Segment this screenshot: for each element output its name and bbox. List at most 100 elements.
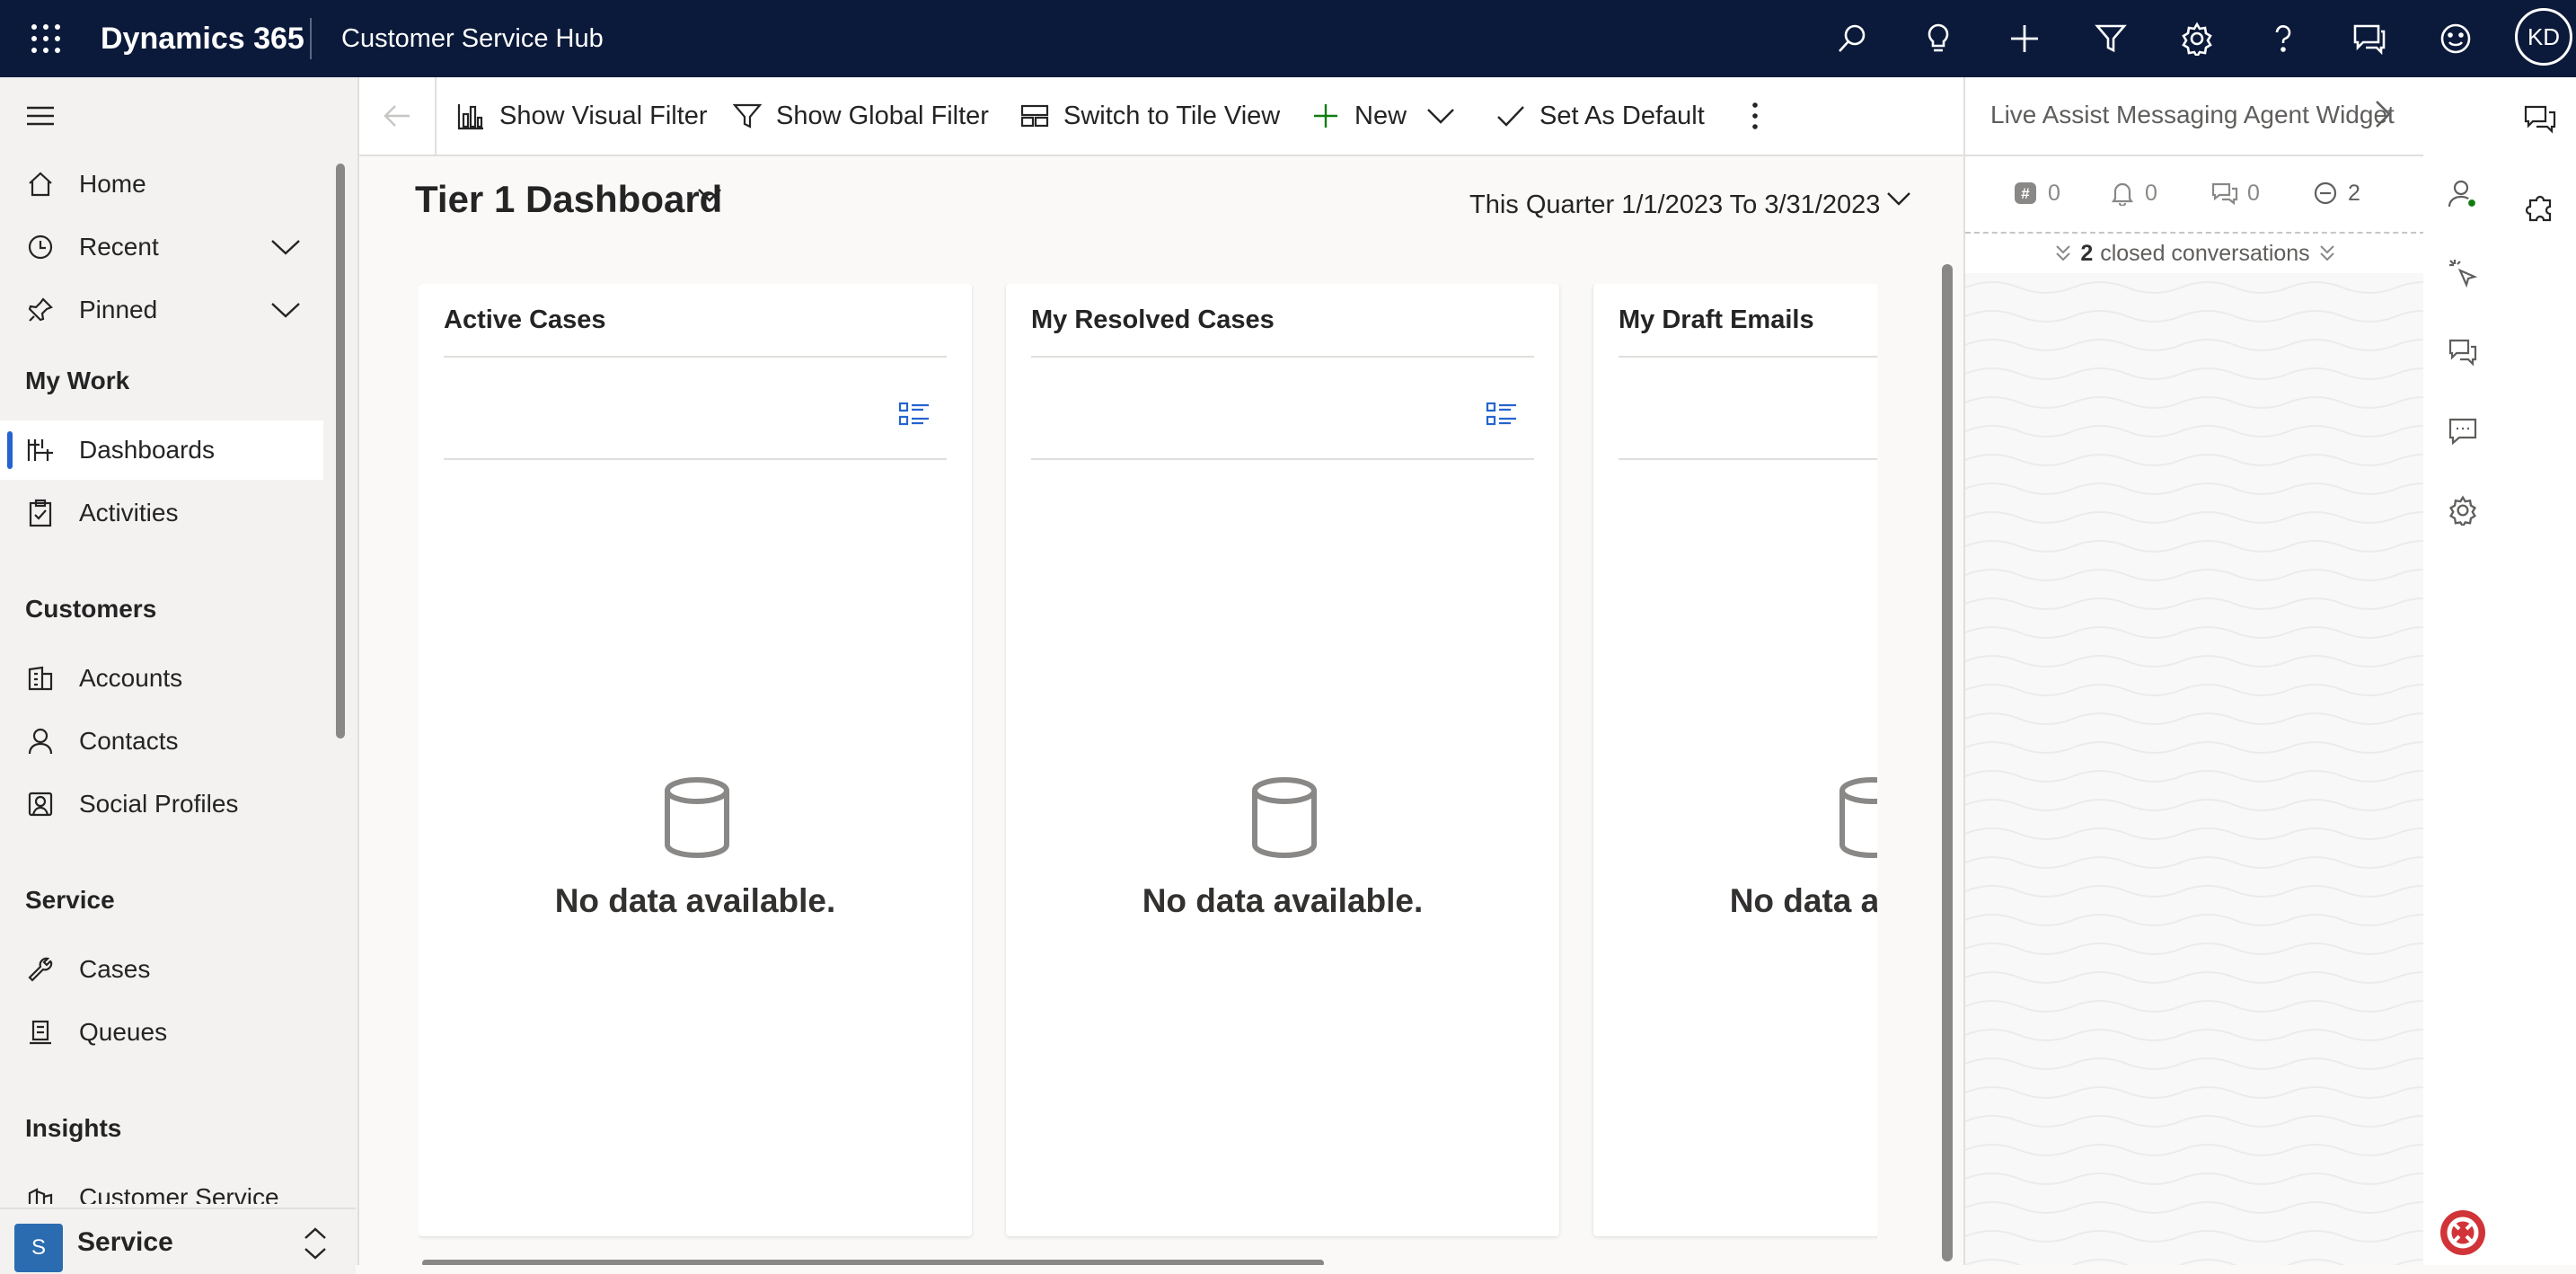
switch-tile-view-button[interactable]: Switch to Tile View bbox=[1019, 77, 1280, 155]
stat-notifications[interactable]: 0 bbox=[2109, 180, 2157, 207]
app-side-pane-rail bbox=[2504, 77, 2576, 1265]
checkmark-icon bbox=[1495, 100, 1527, 132]
chevron-right-icon[interactable] bbox=[2373, 99, 2405, 131]
nav-item-label: Customer Service bbox=[79, 1183, 279, 1204]
more-commands-button[interactable] bbox=[1739, 77, 1784, 155]
chevron-down-icon[interactable] bbox=[268, 292, 304, 328]
stat-hashtag[interactable]: # 0 bbox=[2012, 180, 2060, 207]
cursor-click-icon[interactable] bbox=[2443, 253, 2483, 293]
help-icon[interactable] bbox=[2260, 15, 2307, 62]
back-arrow-icon bbox=[384, 105, 410, 127]
pin-icon bbox=[25, 295, 56, 325]
nav-item-contacts[interactable]: Contacts bbox=[0, 712, 323, 771]
dashboard-icon bbox=[25, 435, 56, 465]
stat-value: 0 bbox=[2048, 180, 2060, 206]
clock-icon bbox=[25, 232, 56, 262]
app-launcher-icon[interactable] bbox=[25, 18, 66, 59]
chat-icon[interactable] bbox=[2346, 15, 2393, 62]
content-vertical-scrollbar[interactable] bbox=[1942, 264, 1953, 1261]
nav-group-service: Service bbox=[25, 886, 115, 914]
nav-item-activities[interactable]: Activities bbox=[0, 483, 323, 543]
chevron-down-icon[interactable] bbox=[268, 229, 304, 265]
sitemap-nav: Home Recent Pinned My Work Dashboards Ac… bbox=[0, 77, 359, 1274]
nav-item-pinned[interactable]: Pinned bbox=[0, 280, 323, 340]
stat-closed[interactable]: 2 bbox=[2312, 180, 2360, 207]
svg-text:#: # bbox=[2021, 185, 2030, 202]
nav-item-social-profiles[interactable]: Social Profiles bbox=[0, 774, 323, 834]
show-visual-filter-label: Show Visual Filter bbox=[499, 101, 708, 130]
user-avatar[interactable]: KD bbox=[2515, 8, 2572, 66]
closed-conversations-toggle[interactable]: 2 closed conversations bbox=[1965, 232, 2425, 275]
nav-item-label: Pinned bbox=[79, 296, 158, 323]
social-profile-icon bbox=[25, 789, 56, 819]
gear-icon[interactable] bbox=[2174, 15, 2220, 62]
back-button[interactable] bbox=[359, 77, 437, 155]
divider bbox=[444, 356, 947, 358]
nav-item-cases[interactable]: Cases bbox=[0, 940, 323, 999]
nav-item-label: Dashboards bbox=[79, 436, 215, 464]
nav-item-customer-service-insights[interactable]: Customer Service bbox=[0, 1168, 323, 1204]
nav-item-label: Recent bbox=[79, 233, 159, 261]
card-my-draft-emails: My Draft Emails No data available. bbox=[1593, 284, 1877, 1236]
app-name[interactable]: Customer Service Hub bbox=[341, 0, 604, 77]
gear-icon[interactable] bbox=[2443, 491, 2483, 530]
clipboard-icon bbox=[25, 498, 56, 528]
nav-item-queues[interactable]: Queues bbox=[0, 1003, 323, 1062]
set-as-default-button[interactable]: Set As Default bbox=[1495, 77, 1705, 155]
bar-chart-icon bbox=[454, 100, 487, 132]
nav-scrollbar[interactable] bbox=[336, 164, 345, 739]
closed-label: closed conversations bbox=[2100, 240, 2310, 266]
stat-value: 0 bbox=[2247, 180, 2260, 206]
lightbulb-icon[interactable] bbox=[1915, 15, 1962, 62]
filter-icon[interactable] bbox=[2087, 15, 2134, 62]
switch-tile-view-label: Switch to Tile View bbox=[1063, 101, 1281, 130]
smiley-icon[interactable] bbox=[2432, 15, 2479, 62]
agent-tools-rail bbox=[2423, 77, 2506, 1265]
agent-presence-icon[interactable] bbox=[2443, 174, 2483, 214]
dashboard-title[interactable]: Tier 1 Dashboard bbox=[415, 178, 722, 221]
new-label: New bbox=[1354, 101, 1407, 130]
conversations-icon[interactable] bbox=[2443, 332, 2483, 372]
nav-item-recent[interactable]: Recent bbox=[0, 217, 323, 277]
queue-icon bbox=[25, 1017, 56, 1048]
chevron-up-down-icon[interactable] bbox=[300, 1225, 336, 1261]
search-icon[interactable] bbox=[1829, 15, 1875, 62]
nav-item-accounts[interactable]: Accounts bbox=[0, 649, 323, 708]
divider bbox=[1619, 356, 1877, 358]
list-view-icon[interactable] bbox=[898, 401, 934, 437]
list-view-icon[interactable] bbox=[1486, 401, 1522, 437]
dashboard-cards: Active Cases No data available. My Resol… bbox=[419, 284, 1877, 1265]
content-horizontal-scrollbar[interactable] bbox=[422, 1260, 1324, 1265]
conversation-icon bbox=[2211, 180, 2238, 207]
empty-state-text: No data available. bbox=[1729, 882, 1877, 919]
top-bar: Dynamics 365 Customer Service Hub KD bbox=[0, 0, 2576, 77]
help-lifebuoy-icon[interactable] bbox=[2439, 1209, 2486, 1256]
puzzle-icon[interactable] bbox=[2520, 187, 2560, 226]
nav-item-dashboards[interactable]: Dashboards bbox=[0, 420, 323, 480]
area-switcher[interactable]: S Service bbox=[0, 1208, 356, 1274]
brand-divider bbox=[310, 18, 312, 59]
chat-panel-icon[interactable] bbox=[2520, 99, 2560, 138]
nav-item-label: Queues bbox=[79, 1018, 168, 1046]
chevron-down-icon[interactable] bbox=[697, 187, 724, 214]
stat-conversations[interactable]: 0 bbox=[2211, 180, 2260, 207]
show-visual-filter-button[interactable]: Show Visual Filter bbox=[454, 77, 708, 155]
divider bbox=[1619, 458, 1877, 460]
nav-item-label: Activities bbox=[79, 499, 179, 526]
chevron-down-icon[interactable] bbox=[1886, 190, 1913, 217]
plus-icon[interactable] bbox=[2001, 15, 2048, 62]
chevron-down-icon bbox=[1425, 100, 1457, 132]
empty-state-text: No data available. bbox=[554, 882, 836, 919]
hamburger-icon[interactable] bbox=[25, 101, 56, 131]
new-button[interactable]: New bbox=[1310, 77, 1407, 155]
nav-item-home[interactable]: Home bbox=[0, 155, 323, 214]
date-filter[interactable]: This Quarter 1/1/2023 To 3/31/2023 bbox=[1469, 190, 1880, 220]
show-global-filter-button[interactable]: Show Global Filter bbox=[731, 77, 989, 155]
nav-hamburger[interactable] bbox=[0, 86, 323, 146]
show-global-filter-label: Show Global Filter bbox=[776, 101, 989, 130]
message-icon[interactable] bbox=[2443, 411, 2483, 451]
widget-background-pattern bbox=[1965, 273, 2425, 1265]
new-dropdown-button[interactable] bbox=[1425, 77, 1469, 155]
nav-group-my-work: My Work bbox=[25, 367, 130, 394]
brand-title[interactable]: Dynamics 365 bbox=[101, 0, 304, 77]
